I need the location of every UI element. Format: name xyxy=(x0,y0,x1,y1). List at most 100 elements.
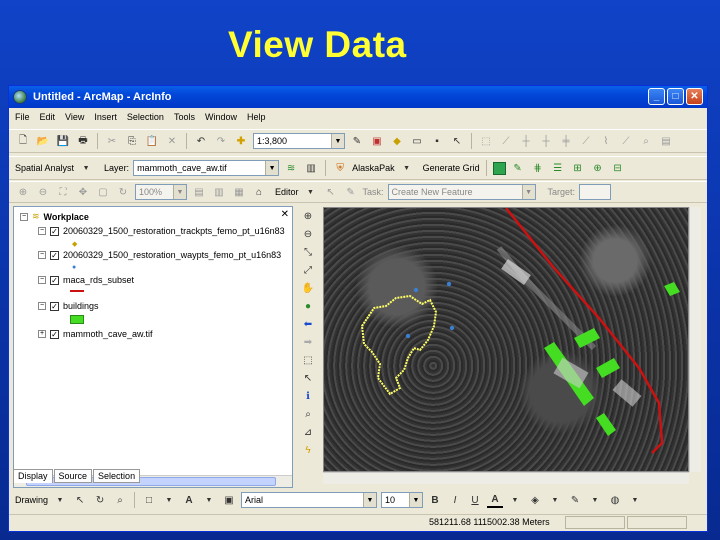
model-builder-icon[interactable]: ▪ xyxy=(429,133,445,149)
menu-selection[interactable]: Selection xyxy=(125,112,166,122)
menu-help[interactable]: Help xyxy=(245,112,268,122)
chevron-down-icon[interactable]: ▼ xyxy=(331,134,344,148)
topology-split-icon[interactable]: ╪ xyxy=(558,133,574,149)
layer-tools-icon[interactable]: ⊞ xyxy=(570,160,586,176)
generate-grid-button[interactable]: Generate Grid xyxy=(423,163,480,173)
map-layout-icon[interactable]: ⌂ xyxy=(251,184,267,200)
green-square-icon[interactable] xyxy=(492,161,506,175)
menu-view[interactable]: View xyxy=(63,112,86,122)
zoom-in-fixed-icon[interactable]: ⊕ xyxy=(15,184,31,200)
close-icon[interactable]: ✕ xyxy=(281,209,289,220)
editor-menu[interactable]: Editor xyxy=(275,187,299,197)
line-color-icon[interactable]: ✎ xyxy=(567,492,583,508)
zoom-whole-page-icon[interactable]: ⌕ xyxy=(112,492,128,508)
chevron-down-icon[interactable]: ▼ xyxy=(521,185,535,199)
toc-layer-waypts[interactable]: − ✓ 20060329_1500_restoration_waypts_fem… xyxy=(38,250,281,260)
zoom-out-fixed-icon[interactable]: ⊖ xyxy=(35,184,51,200)
save-icon[interactable]: 💾 xyxy=(55,133,71,149)
collapse-icon[interactable]: − xyxy=(20,212,28,221)
measure-icon[interactable]: ⊿ xyxy=(300,424,316,440)
delete-icon[interactable]: ✕ xyxy=(164,133,180,149)
topology-edit-icon[interactable]: ⟋ xyxy=(498,133,514,149)
field-editor-icon[interactable]: ⋕ xyxy=(530,160,546,176)
find-binoculars-icon[interactable]: ⌕ xyxy=(300,406,316,422)
layer-checkbox[interactable]: ✓ xyxy=(50,226,59,236)
zoom-percent-combo[interactable]: 100% ▼ xyxy=(135,184,187,200)
full-extent-icon[interactable]: ⛶ xyxy=(55,184,71,200)
topology-reshape-icon[interactable]: ⌇ xyxy=(598,133,614,149)
minimize-button[interactable]: _ xyxy=(648,88,665,105)
dropdown-arrow-icon[interactable]: ▼ xyxy=(547,492,563,508)
layer-checkbox[interactable]: ✓ xyxy=(50,301,59,311)
font-size-combo[interactable]: 10 ▼ xyxy=(381,492,424,508)
undo-icon[interactable]: ↶ xyxy=(193,133,209,149)
text-icon[interactable]: A xyxy=(181,492,197,508)
map-vertical-scrollbar[interactable] xyxy=(689,207,701,472)
contour-icon[interactable]: ≋ xyxy=(283,160,299,176)
fill-color-icon[interactable]: ◈ xyxy=(527,492,543,508)
italic-icon[interactable]: I xyxy=(447,492,463,508)
toc-layer-imagery[interactable]: + ✓ mammoth_cave_aw.tif xyxy=(38,329,153,339)
dropdown-arrow-icon[interactable]: ▼ xyxy=(507,492,523,508)
chevron-down-icon[interactable]: ▼ xyxy=(265,161,279,175)
menu-window[interactable]: Window xyxy=(203,112,239,122)
edit-tool-icon[interactable]: ↖ xyxy=(323,184,339,200)
identify-icon[interactable]: ℹ xyxy=(300,388,316,404)
extent-icon[interactable]: ▢ xyxy=(95,184,111,200)
waypoint-marker[interactable] xyxy=(413,287,419,293)
font-combo[interactable]: Arial ▼ xyxy=(241,492,378,508)
collapse-icon[interactable]: − xyxy=(38,302,46,310)
bold-icon[interactable]: B xyxy=(427,492,443,508)
map-horizontal-scrollbar[interactable] xyxy=(323,472,689,484)
topology-inspector-icon[interactable]: ▤ xyxy=(658,133,674,149)
title-bar[interactable]: Untitled - ArcMap - ArcInfo _ □ ✕ xyxy=(9,86,707,108)
rotate-icon[interactable]: ↻ xyxy=(92,492,108,508)
cut-icon[interactable]: ✂ xyxy=(104,133,120,149)
dropdown-arrow-icon[interactable]: ▼ xyxy=(627,492,643,508)
layout-icon[interactable]: ▥ xyxy=(211,184,227,200)
full-extent-globe-icon[interactable]: ● xyxy=(300,298,316,314)
layer-checkbox[interactable]: ✓ xyxy=(50,250,59,260)
vertex-edit-icon[interactable]: ✎ xyxy=(510,160,526,176)
menu-tools[interactable]: Tools xyxy=(172,112,197,122)
topology-validate-icon[interactable]: ⟋ xyxy=(618,133,634,149)
select-elements-icon[interactable]: ↖ xyxy=(300,370,316,386)
layout-icon[interactable]: ▦ xyxy=(231,184,247,200)
menu-insert[interactable]: Insert xyxy=(92,112,119,122)
chevron-down-icon[interactable]: ▼ xyxy=(363,493,377,507)
dropdown-arrow-icon[interactable]: ▼ xyxy=(399,160,415,176)
layer-checkbox[interactable]: ✓ xyxy=(50,275,59,285)
pan-icon[interactable]: ✥ xyxy=(75,184,91,200)
topology-tool-icon[interactable]: ⬚ xyxy=(478,133,494,149)
collapse-icon[interactable]: − xyxy=(38,227,46,235)
sketch-tool-icon[interactable]: ✎ xyxy=(343,184,359,200)
dropdown-arrow-icon[interactable]: ▼ xyxy=(52,492,68,508)
print-icon[interactable]: 🖶 xyxy=(75,133,91,149)
rectangle-icon[interactable]: □ xyxy=(141,492,157,508)
editor-toolbar-icon[interactable]: ✎ xyxy=(349,133,365,149)
zoom-out-icon[interactable]: ⊖ xyxy=(300,226,316,242)
open-folder-icon[interactable]: 📂 xyxy=(35,133,51,149)
task-combo[interactable]: Create New Feature ▼ xyxy=(387,184,536,200)
collapse-icon[interactable]: − xyxy=(38,251,46,259)
hyperlink-icon[interactable]: ϟ xyxy=(300,442,316,458)
font-color-icon[interactable]: A xyxy=(487,492,504,508)
building-polygon[interactable] xyxy=(596,358,620,378)
tab-source[interactable]: Source xyxy=(53,469,93,483)
chevron-down-icon[interactable]: ▼ xyxy=(173,185,186,199)
pan-hand-icon[interactable]: ✋ xyxy=(300,280,316,296)
copy-icon[interactable]: ⎘ xyxy=(124,133,140,149)
spatial-analyst-menu[interactable]: Spatial Analyst xyxy=(15,163,74,173)
table-edit-icon[interactable]: ☰ xyxy=(550,160,566,176)
target-combo[interactable] xyxy=(579,184,612,200)
tab-display[interactable]: Display xyxy=(13,469,53,483)
dropdown-arrow-icon[interactable]: ▼ xyxy=(161,492,177,508)
toc-layer-roads[interactable]: − ✓ maca_rds_subset xyxy=(38,275,134,285)
layout-icon[interactable]: ▤ xyxy=(191,184,207,200)
maximize-button[interactable]: □ xyxy=(667,88,684,105)
paste-icon[interactable]: 📋 xyxy=(144,133,160,149)
building-polygon[interactable] xyxy=(664,282,680,296)
toc-layer-trackpts[interactable]: − ✓ 20060329_1500_restoration_trackpts_f… xyxy=(38,226,285,236)
topology-edge-icon[interactable]: ┼ xyxy=(538,133,554,149)
fixed-zoom-out-icon[interactable]: ⤢ xyxy=(300,262,316,278)
